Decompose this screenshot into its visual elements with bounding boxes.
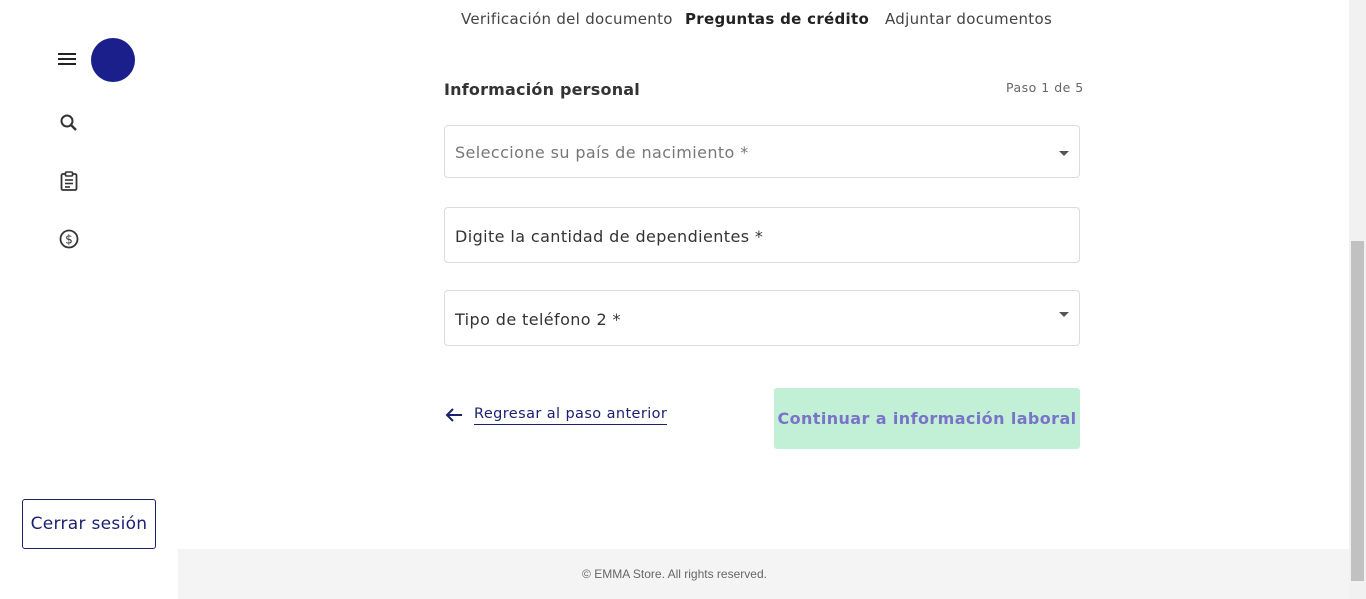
tab-credit-questions[interactable]: Preguntas de crédito xyxy=(685,10,869,28)
search-icon[interactable] xyxy=(58,112,80,134)
main-content: Verificación del documento Preguntas de … xyxy=(178,0,1349,549)
dollar-icon[interactable]: $ xyxy=(58,228,80,250)
scrollbar-thumb[interactable] xyxy=(1351,241,1364,581)
step-indicator: Paso 1 de 5 xyxy=(1006,80,1084,95)
dependents-label: Digite la cantidad de dependientes * xyxy=(455,227,764,246)
tab-document-verification[interactable]: Verificación del documento xyxy=(461,10,673,28)
phone-type-select[interactable]: Tipo de teléfono 2 * xyxy=(444,290,1080,346)
birth-country-select[interactable]: Seleccione su país de nacimiento * xyxy=(444,125,1080,178)
menu-icon[interactable] xyxy=(57,51,77,67)
clipboard-icon[interactable] xyxy=(58,170,80,192)
logout-button[interactable]: Cerrar sesión xyxy=(22,499,156,549)
back-link[interactable]: Regresar al paso anterior xyxy=(444,402,668,428)
scrollbar[interactable] xyxy=(1349,0,1366,599)
arrow-left-icon xyxy=(445,408,462,422)
dependents-input[interactable]: Digite la cantidad de dependientes * xyxy=(444,207,1080,263)
footer: © EMMA Store. All rights reserved. xyxy=(178,549,1349,599)
chevron-down-icon xyxy=(1059,312,1069,317)
chevron-down-icon xyxy=(1059,151,1069,156)
footer-copyright: © EMMA Store. All rights reserved. xyxy=(582,567,767,581)
sidebar: $ Cerrar sesión xyxy=(0,0,178,599)
avatar[interactable] xyxy=(91,38,135,82)
section-title: Información personal xyxy=(444,80,640,99)
phone-type-label: Tipo de teléfono 2 * xyxy=(455,310,621,329)
svg-text:$: $ xyxy=(65,233,73,247)
continue-button[interactable]: Continuar a información laboral xyxy=(774,388,1080,449)
tab-attach-documents[interactable]: Adjuntar documentos xyxy=(885,10,1052,28)
back-link-label: Regresar al paso anterior xyxy=(474,406,668,425)
birth-country-label: Seleccione su país de nacimiento * xyxy=(455,143,749,162)
